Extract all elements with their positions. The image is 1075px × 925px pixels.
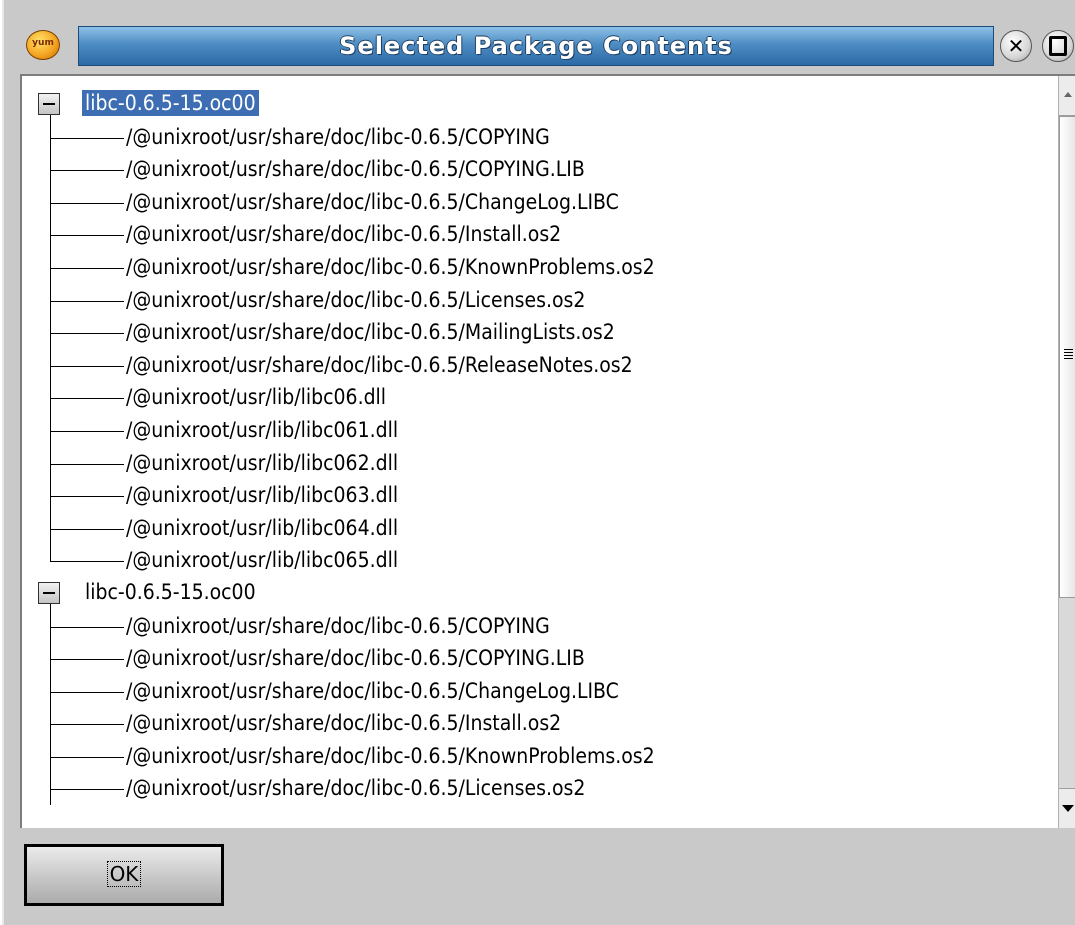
tree-branch (50, 756, 124, 758)
tree-branch (50, 659, 124, 661)
file-row[interactable]: /@unixroot/usr/share/doc/libc-0.6.5/Chan… (22, 674, 1058, 708)
file-row[interactable]: /@unixroot/usr/lib/libc062.dll (22, 446, 1058, 480)
file-row[interactable]: /@unixroot/usr/share/doc/libc-0.6.5/COPY… (22, 153, 1058, 186)
file-path: /@unixroot/usr/share/doc/libc-0.6.5/COPY… (126, 124, 550, 149)
tree-branch (50, 300, 124, 302)
file-path: /@unixroot/usr/share/doc/libc-0.6.5/Inst… (126, 711, 562, 736)
file-path: /@unixroot/usr/lib/libc062.dll (126, 450, 399, 475)
tree-content: libc-0.6.5-15.oc00 /@unixroot/usr/share/d… (22, 88, 1058, 806)
tree-branch (50, 235, 124, 237)
tree-branch (50, 430, 124, 432)
file-path: /@unixroot/usr/share/doc/libc-0.6.5/Know… (126, 254, 655, 279)
collapse-toggle-icon[interactable] (38, 581, 60, 604)
file-path: /@unixroot/usr/share/doc/libc-0.6.5/Chan… (126, 189, 619, 214)
scroll-down-arrow-icon[interactable] (1059, 788, 1075, 828)
file-path: /@unixroot/usr/lib/libc06.dll (126, 385, 387, 410)
file-path: /@unixroot/usr/share/doc/libc-0.6.5/Lice… (126, 776, 586, 801)
tree-branch (50, 170, 124, 172)
title-bar[interactable]: yum Selected Package Contents ✕ (4, 4, 1075, 76)
ok-button-label: OK (106, 861, 142, 887)
maximize-icon[interactable] (1042, 30, 1074, 62)
file-row[interactable]: /@unixroot/usr/share/doc/libc-0.6.5/Lice… (22, 772, 1058, 806)
tree-branch (50, 724, 124, 726)
file-row[interactable]: /@unixroot/usr/share/doc/libc-0.6.5/Mail… (22, 316, 1058, 349)
file-row[interactable]: /@unixroot/usr/share/doc/libc-0.6.5/COPY… (22, 609, 1058, 643)
file-path: /@unixroot/usr/share/doc/libc-0.6.5/Inst… (126, 222, 562, 247)
file-row[interactable]: /@unixroot/usr/lib/libc063.dll (22, 479, 1058, 512)
close-icon[interactable]: ✕ (1000, 30, 1032, 62)
tree-branch (50, 528, 124, 530)
file-row[interactable]: /@unixroot/usr/lib/libc064.dll (22, 511, 1058, 545)
file-row[interactable]: /@unixroot/usr/share/doc/libc-0.6.5/COPY… (22, 642, 1058, 675)
file-row[interactable]: /@unixroot/usr/lib/libc06.dll (22, 381, 1058, 414)
file-path: /@unixroot/usr/share/doc/libc-0.6.5/COPY… (126, 646, 585, 671)
tree-branch (50, 463, 124, 465)
tree-connector (50, 544, 51, 562)
tree-branch (50, 202, 124, 204)
tree-branch (50, 365, 124, 367)
file-row[interactable]: /@unixroot/usr/share/doc/libc-0.6.5/Chan… (22, 185, 1058, 219)
file-path: /@unixroot/usr/lib/libc063.dll (126, 483, 399, 508)
tree-branch (50, 496, 124, 498)
file-path: /@unixroot/usr/share/doc/libc-0.6.5/COPY… (126, 613, 550, 638)
app-icon-text: yum (32, 38, 54, 48)
tree-branch (50, 398, 124, 400)
file-row[interactable]: /@unixroot/usr/share/doc/libc-0.6.5/Lice… (22, 283, 1058, 317)
window-title: Selected Package Contents (339, 32, 733, 60)
file-row[interactable]: /@unixroot/usr/lib/libc061.dll (22, 413, 1058, 447)
yum-icon[interactable]: yum (26, 30, 60, 60)
package-row[interactable]: libc-0.6.5-15.oc00 (22, 88, 1058, 121)
tree-branch (50, 333, 124, 335)
title-strip[interactable]: Selected Package Contents (78, 26, 994, 66)
file-path: /@unixroot/usr/lib/libc065.dll (126, 548, 399, 573)
file-row[interactable]: /@unixroot/usr/share/doc/libc-0.6.5/Inst… (22, 218, 1058, 251)
file-row[interactable]: /@unixroot/usr/share/doc/libc-0.6.5/Know… (22, 250, 1058, 284)
file-path: /@unixroot/usr/share/doc/libc-0.6.5/Mail… (126, 320, 615, 345)
package-name[interactable]: libc-0.6.5-15.oc00 (82, 90, 259, 116)
file-path: /@unixroot/usr/share/doc/libc-0.6.5/Rele… (126, 352, 633, 377)
file-row[interactable]: /@unixroot/usr/share/doc/libc-0.6.5/Inst… (22, 707, 1058, 740)
file-path: /@unixroot/usr/share/doc/libc-0.6.5/COPY… (126, 157, 585, 182)
vertical-scrollbar[interactable] (1058, 76, 1075, 828)
file-path: /@unixroot/usr/share/doc/libc-0.6.5/Chan… (126, 678, 619, 703)
file-path: /@unixroot/usr/lib/libc061.dll (126, 417, 399, 442)
collapse-toggle-icon[interactable] (38, 93, 60, 115)
tree-branch (50, 137, 124, 139)
package-name[interactable]: libc-0.6.5-15.oc00 (82, 579, 259, 605)
file-row[interactable]: /@unixroot/usr/share/doc/libc-0.6.5/Rele… (22, 348, 1058, 382)
package-tree[interactable]: libc-0.6.5-15.oc00 /@unixroot/usr/share/d… (20, 74, 1075, 828)
package-contents-window: yum Selected Package Contents ✕ libc-0.6… (2, 0, 1075, 925)
ok-button[interactable]: OK (24, 844, 224, 906)
file-row[interactable]: /@unixroot/usr/share/doc/libc-0.6.5/Know… (22, 739, 1058, 773)
scroll-thumb[interactable] (1059, 116, 1075, 598)
scroll-up-arrow-icon[interactable] (1059, 76, 1075, 116)
scroll-grip-icon (1064, 349, 1073, 361)
tree-branch (50, 626, 124, 628)
package-row[interactable]: libc-0.6.5-15.oc00 (22, 577, 1058, 610)
tree-branch (50, 691, 124, 693)
file-path: /@unixroot/usr/share/doc/libc-0.6.5/Know… (126, 743, 655, 768)
file-path: /@unixroot/usr/share/doc/libc-0.6.5/Lice… (126, 287, 586, 312)
tree-branch (50, 561, 124, 563)
file-path: /@unixroot/usr/lib/libc064.dll (126, 515, 399, 540)
tree-branch (50, 789, 124, 791)
tree-branch (50, 267, 124, 269)
file-row[interactable]: /@unixroot/usr/lib/libc065.dll (22, 544, 1058, 577)
file-row[interactable]: /@unixroot/usr/share/doc/libc-0.6.5/COPY… (22, 120, 1058, 154)
